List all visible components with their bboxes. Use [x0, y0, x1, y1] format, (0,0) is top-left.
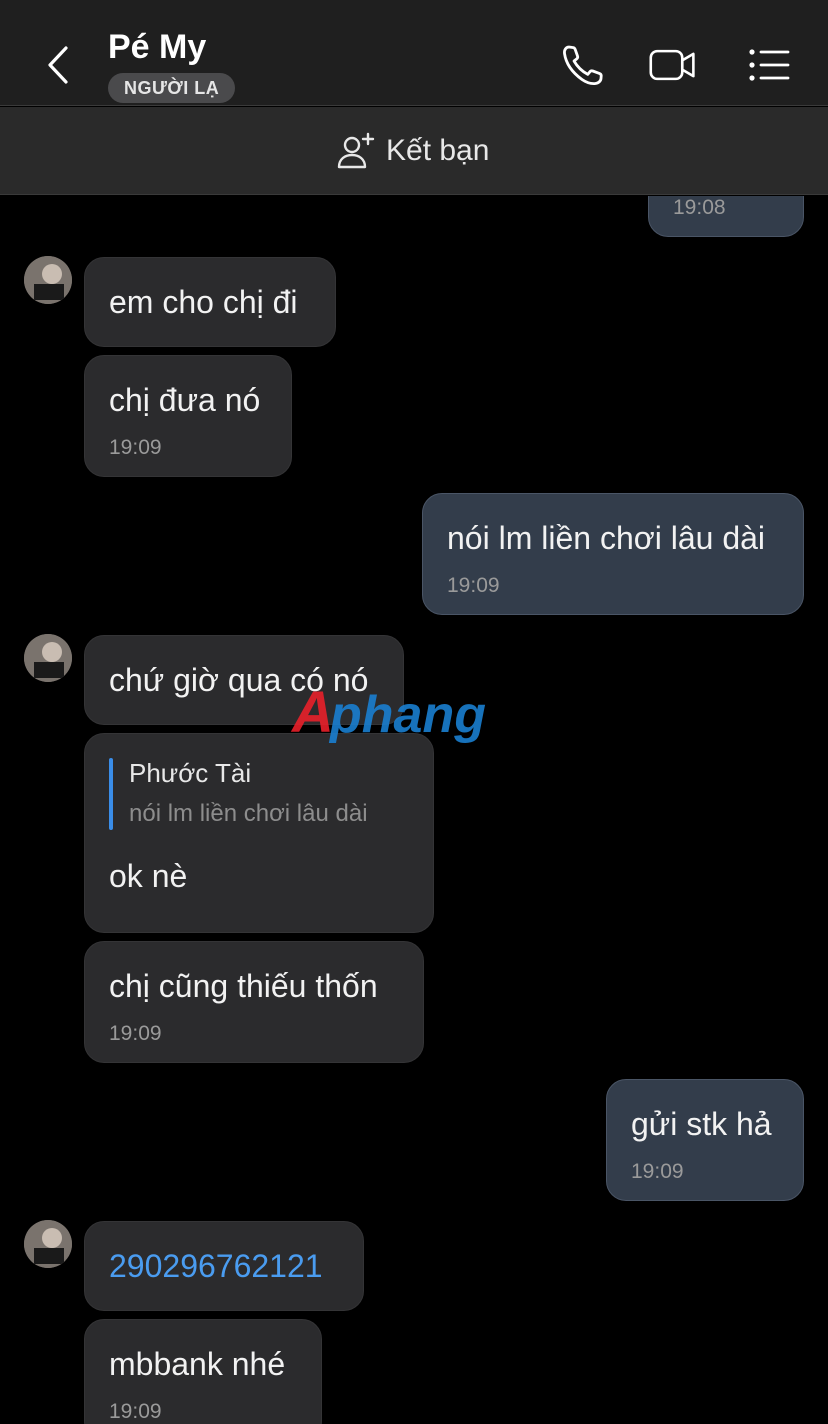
message-bubble-incoming[interactable]: chị cũng thiếu thốn 19:09	[84, 941, 424, 1063]
message-time: 19:09	[109, 436, 162, 459]
message-time: 19:09	[109, 1022, 162, 1045]
quoted-sender: Phước Tài	[129, 758, 252, 788]
watermark-logo: A phang	[290, 680, 486, 745]
svg-text:A: A	[290, 680, 334, 745]
message-text: mbbank nhé	[109, 1346, 286, 1382]
phone-icon[interactable]	[558, 40, 608, 90]
add-user-icon	[337, 132, 375, 169]
video-camera-icon[interactable]	[648, 40, 698, 90]
message-text: chị cũng thiếu thốn	[109, 968, 378, 1004]
avatar[interactable]	[24, 256, 72, 304]
message-time: 19:09	[447, 574, 500, 597]
message-bubble-incoming[interactable]: chị đưa nó 19:09	[84, 355, 292, 477]
quoted-text: nói lm liền chơi lâu dài	[129, 800, 368, 827]
chevron-left-icon[interactable]	[36, 40, 82, 90]
message-text: chị đưa nó	[109, 382, 261, 418]
message-text: em cho chị đi	[109, 284, 298, 320]
message-time: 19:08	[673, 196, 726, 219]
message-bubble-incoming[interactable]: mbbank nhé 19:09	[84, 1319, 322, 1424]
avatar[interactable]	[24, 634, 72, 682]
message-time: 19:09	[109, 1400, 162, 1423]
message-text: nói lm liền chơi lâu dài	[447, 520, 766, 556]
account-number-link[interactable]: 290296762121	[109, 1248, 323, 1285]
avatar[interactable]	[24, 1220, 72, 1268]
message-bubble-outgoing[interactable]: nói lm liền chơi lâu dài 19:09	[422, 493, 804, 615]
message-list[interactable]: 19:08 em cho chị đi chị đưa nó 19:09 nói…	[0, 196, 828, 1424]
message-time: 19:09	[631, 1160, 684, 1183]
list-menu-icon[interactable]	[744, 40, 794, 90]
message-text: ok nè	[109, 858, 188, 894]
svg-text:phang: phang	[328, 686, 486, 744]
message-bubble-outgoing[interactable]: gửi stk hả 19:09	[606, 1079, 804, 1201]
reply-message-bubble[interactable]: Phước Tài nói lm liền chơi lâu dài ok nè	[84, 733, 434, 933]
message-text: gửi stk hả	[631, 1106, 772, 1142]
message-bubble-incoming[interactable]: 290296762121	[84, 1221, 364, 1311]
quote-bar	[109, 758, 113, 830]
message-bubble-incoming[interactable]: em cho chị đi	[84, 257, 336, 347]
add-friend-label: Kết bạn	[386, 134, 490, 167]
chat-header: Pé My NGƯỜI LẠ	[0, 0, 828, 106]
stranger-badge: NGƯỜI LẠ	[108, 73, 236, 103]
add-friend-button[interactable]: Kết bạn	[336, 131, 489, 171]
add-friend-bar: Kết bạn	[0, 107, 828, 195]
contact-name[interactable]: Pé My	[108, 28, 206, 67]
message-bubble-outgoing[interactable]: 19:08	[648, 196, 804, 237]
